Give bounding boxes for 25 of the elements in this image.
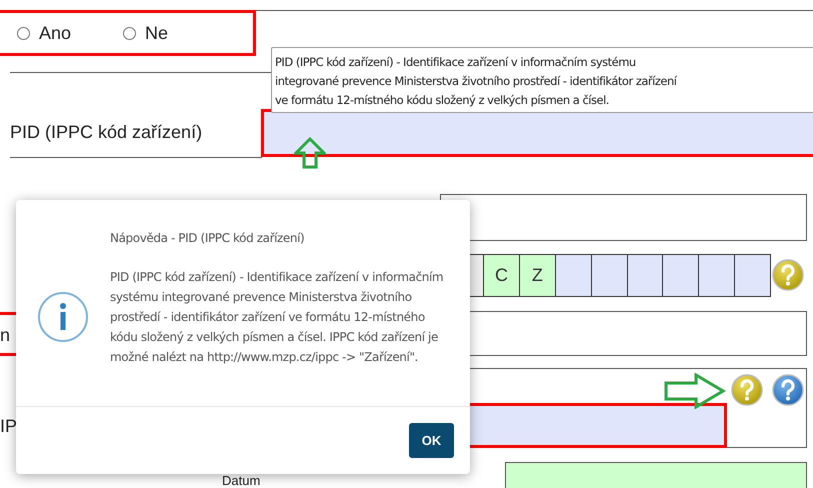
ok-button[interactable]: OK	[409, 423, 454, 458]
text-field[interactable]	[440, 194, 807, 241]
code-cell	[626, 255, 662, 296]
code-cell: Z	[518, 255, 555, 296]
arrow-right-icon	[664, 373, 726, 409]
field-label: n	[0, 324, 10, 347]
code-cell: C	[483, 255, 519, 296]
input-field[interactable]	[261, 109, 813, 157]
tooltip: PID (IPPC kód zařízení) - Identifikace zařízení v informačním systému integrované prevence Ministerstva životního prostředí - identifikátor zařízení ve formátu 12-místného kódu složený z velkých písmen a čísel.	[271, 47, 813, 113]
radio-option[interactable]: Ne	[123, 20, 168, 46]
code-cell	[734, 255, 770, 296]
field-label: IP	[0, 415, 18, 438]
help-icon[interactable]	[731, 374, 763, 406]
info-icon	[37, 291, 89, 343]
code-cell	[590, 255, 626, 296]
help-icon[interactable]	[772, 259, 804, 291]
code-cell	[554, 255, 591, 296]
code-cell	[698, 255, 734, 296]
help-icon[interactable]	[772, 374, 804, 406]
field-label: Datum	[222, 474, 260, 488]
code-cell	[662, 255, 698, 296]
radio-option[interactable]: Ano	[17, 20, 72, 46]
field-label: PID (IPPC kód zařízení)	[10, 121, 202, 144]
arrow-up-icon	[294, 137, 326, 169]
dialog-title: Nápověda - PID (IPPC kód zařízení)	[110, 230, 306, 247]
